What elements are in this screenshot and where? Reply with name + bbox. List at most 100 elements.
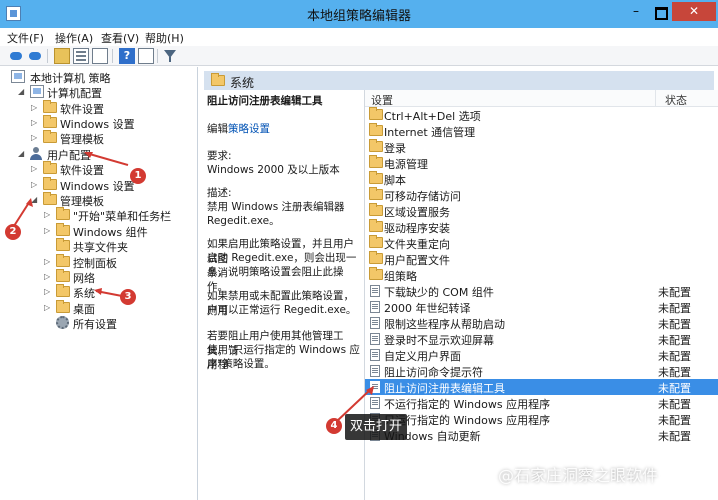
row-label: 文件夹重定向 bbox=[384, 238, 450, 251]
navigation-tree: 本地计算机 策略 ◢ 计算机配置 ▷ 软件设置 ▷ Windows 设置 ▷ 管… bbox=[4, 67, 198, 500]
help-icon[interactable]: ? bbox=[119, 48, 135, 64]
filter-icon[interactable] bbox=[162, 48, 178, 64]
policy-settings-link[interactable]: 策略设置 bbox=[228, 123, 270, 135]
row-label: Ctrl+Alt+Del 选项 bbox=[384, 110, 481, 123]
column-header-state[interactable]: 状态 bbox=[665, 92, 687, 108]
collapse-arrow-icon[interactable]: ▷ bbox=[44, 226, 52, 235]
folder-icon bbox=[369, 251, 383, 264]
collapse-arrow-icon[interactable]: ▷ bbox=[44, 272, 52, 281]
close-button[interactable]: ✕ bbox=[672, 2, 716, 21]
list-folder-row[interactable]: 可移动存储访问 bbox=[365, 187, 718, 203]
properties-icon[interactable] bbox=[138, 48, 154, 64]
minimize-button[interactable]: – bbox=[624, 2, 648, 21]
main-pane-title: 系统 bbox=[230, 76, 255, 90]
collapse-arrow-icon[interactable]: ▷ bbox=[44, 303, 52, 312]
list-folder-row[interactable]: 登录 bbox=[365, 139, 718, 155]
tree-item-label: 软件设置 bbox=[60, 103, 104, 116]
requirement-label: 要求: bbox=[207, 150, 232, 162]
list-folder-row[interactable]: 电源管理 bbox=[365, 155, 718, 171]
description-pane: 阻止访问注册表编辑工具 编辑策略设置 要求: Windows 2000 及以上版… bbox=[204, 90, 360, 500]
up-folder-icon[interactable] bbox=[54, 48, 70, 64]
folder-icon bbox=[56, 300, 70, 313]
folder-icon bbox=[369, 187, 383, 200]
policy-row[interactable]: Windows 自动更新 未配置 bbox=[365, 427, 718, 443]
column-divider[interactable] bbox=[655, 90, 656, 107]
policy-row[interactable]: 不运行指定的 Windows 应用程序 未配置 bbox=[365, 395, 718, 411]
policy-row[interactable]: 阻止访问命令提示符 未配置 bbox=[365, 363, 718, 379]
policy-row[interactable]: 下载缺少的 COM 组件 未配置 bbox=[365, 283, 718, 299]
folder-icon bbox=[43, 130, 57, 143]
list-folder-row[interactable]: 文件夹重定向 bbox=[365, 235, 718, 251]
title-bar[interactable]: 本地组策略编辑器 – ✕ bbox=[0, 0, 718, 28]
policy-row[interactable]: 只运行指定的 Windows 应用程序 未配置 bbox=[365, 411, 718, 427]
row-label: 区域设置服务 bbox=[384, 206, 450, 219]
annotation-badge-3: 3 bbox=[120, 289, 136, 305]
row-label: 用户配置文件 bbox=[384, 254, 450, 267]
policy-row[interactable]: 限制这些程序从帮助启动 未配置 bbox=[365, 315, 718, 331]
row-label: 阻止访问注册表编辑工具 bbox=[384, 382, 505, 395]
row-label: 组策略 bbox=[384, 270, 417, 283]
export-list-icon[interactable] bbox=[92, 48, 108, 64]
expand-arrow-icon[interactable]: ◢ bbox=[18, 149, 26, 158]
collapse-arrow-icon[interactable]: ▷ bbox=[31, 164, 39, 173]
forward-arrow-icon[interactable] bbox=[27, 48, 43, 64]
list-folder-row[interactable]: 驱动程序安装 bbox=[365, 219, 718, 235]
folder-icon bbox=[369, 235, 383, 248]
back-arrow-icon[interactable] bbox=[8, 48, 24, 64]
tree-item-label: Windows 设置 bbox=[60, 118, 135, 131]
list-folder-row[interactable]: 区域设置服务 bbox=[365, 203, 718, 219]
list-folder-row[interactable]: Internet 通信管理 bbox=[365, 123, 718, 139]
watermark: @石家庄洞察之眼软件 bbox=[498, 466, 659, 485]
list-folder-row[interactable]: 用户配置文件 bbox=[365, 251, 718, 267]
annotation-badge-4: 4 bbox=[326, 418, 342, 434]
column-header-setting[interactable]: 设置 bbox=[371, 92, 393, 108]
folder-icon bbox=[43, 177, 57, 190]
collapse-arrow-icon[interactable]: ▷ bbox=[44, 210, 52, 219]
list-folder-row[interactable]: 组策略 bbox=[365, 267, 718, 283]
policy-setting-icon bbox=[370, 365, 380, 377]
folder-icon bbox=[369, 139, 383, 152]
collapse-arrow-icon[interactable]: ▷ bbox=[44, 257, 52, 266]
policy-setting-icon bbox=[370, 349, 380, 361]
tree-item-label: 控制面板 bbox=[73, 257, 117, 270]
row-state: 未配置 bbox=[658, 302, 691, 315]
menu-view[interactable]: 查看(V) bbox=[101, 30, 139, 46]
tree-item-label: 桌面 bbox=[73, 303, 95, 316]
policy-title: 阻止访问注册表编辑工具 bbox=[207, 95, 323, 107]
collapse-arrow-icon[interactable]: ▷ bbox=[31, 103, 39, 112]
row-label: 2000 年世纪转译 bbox=[384, 302, 471, 315]
window-title: 本地组策略编辑器 bbox=[306, 9, 411, 24]
menu-action[interactable]: 操作(A) bbox=[55, 30, 93, 46]
policy-setting-icon bbox=[370, 285, 380, 297]
policy-row[interactable]: 2000 年世纪转译 未配置 bbox=[365, 299, 718, 315]
policy-row[interactable]: 自定义用户界面 未配置 bbox=[365, 347, 718, 363]
description-label: 描述: bbox=[207, 187, 232, 199]
tree-item-label: 管理模板 bbox=[60, 195, 104, 208]
folder-icon bbox=[369, 171, 383, 184]
policy-row[interactable]: 登录时不显示欢迎屏幕 未配置 bbox=[365, 331, 718, 347]
folder-icon bbox=[369, 219, 383, 232]
description-text: 户可以正常运行 Regedit.exe。 bbox=[207, 304, 357, 316]
expand-arrow-icon[interactable]: ◢ bbox=[31, 195, 39, 204]
expand-arrow-icon[interactable]: ◢ bbox=[18, 87, 26, 96]
maximize-button[interactable] bbox=[648, 2, 672, 21]
policy-row-selected[interactable]: 阻止访问注册表编辑工具 未配置 bbox=[365, 379, 718, 395]
main-pane-header: 系统 bbox=[204, 71, 714, 90]
user-icon bbox=[29, 147, 43, 161]
row-label: 不运行指定的 Windows 应用程序 bbox=[384, 398, 551, 411]
collapse-arrow-icon[interactable]: ▷ bbox=[31, 118, 39, 127]
computer-icon bbox=[30, 85, 44, 98]
show-hide-tree-icon[interactable] bbox=[73, 48, 89, 64]
list-folder-row[interactable]: 脚本 bbox=[365, 171, 718, 187]
toolbar: ? bbox=[0, 46, 718, 66]
menu-help[interactable]: 帮助(H) bbox=[145, 30, 184, 46]
list-folder-row[interactable]: Ctrl+Alt+Del 选项 bbox=[365, 107, 718, 123]
row-state: 未配置 bbox=[658, 318, 691, 331]
tree-item-label: Windows 组件 bbox=[73, 226, 148, 239]
menu-file[interactable]: 文件(F) bbox=[7, 30, 44, 46]
collapse-arrow-icon[interactable]: ▷ bbox=[31, 180, 39, 189]
row-label: 限制这些程序从帮助启动 bbox=[384, 318, 505, 331]
collapse-arrow-icon[interactable]: ▷ bbox=[44, 287, 52, 296]
folder-icon bbox=[56, 269, 70, 282]
collapse-arrow-icon[interactable]: ▷ bbox=[31, 133, 39, 142]
